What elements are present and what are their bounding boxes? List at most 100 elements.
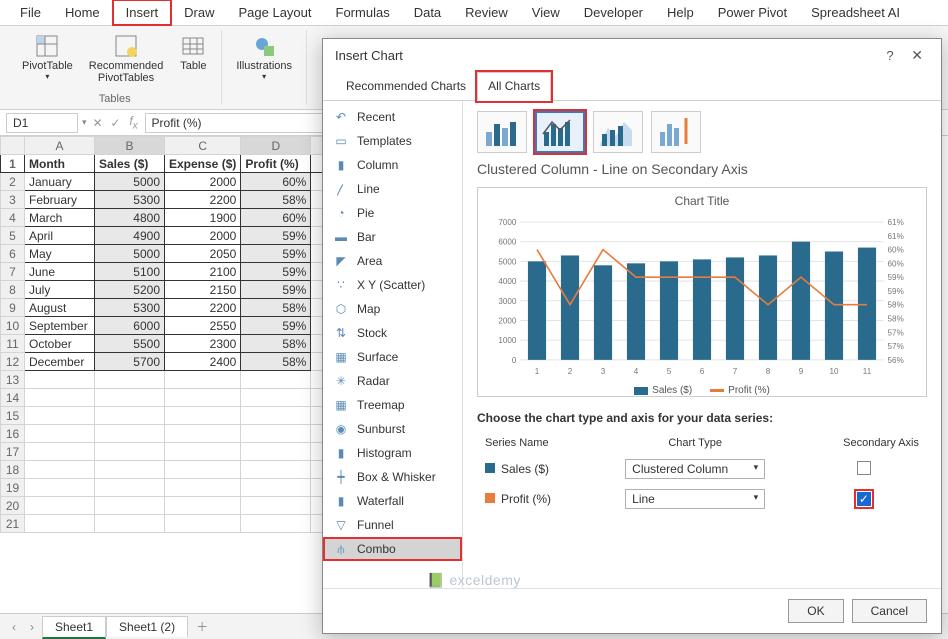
cell[interactable]: 1900 (165, 209, 241, 227)
cell[interactable]: 59% (241, 245, 311, 263)
namebox-dropdown-icon[interactable]: ▾ (82, 117, 87, 128)
cell[interactable]: 58% (241, 335, 311, 353)
cell[interactable]: August (25, 299, 95, 317)
cell[interactable] (241, 443, 311, 461)
row-header[interactable]: 18 (1, 461, 25, 479)
rec-pivottable-button[interactable]: Recommended PivotTables (83, 30, 170, 86)
ok-button[interactable]: OK (788, 599, 843, 623)
cell[interactable] (95, 515, 165, 533)
illustrations-button[interactable]: Illustrations ▾ (230, 30, 298, 83)
chart-type-column[interactable]: ▮Column (323, 153, 462, 177)
cell[interactable] (25, 515, 95, 533)
row-header[interactable]: 21 (1, 515, 25, 533)
sheet-prev-icon[interactable]: ‹ (6, 620, 22, 634)
cell[interactable] (95, 461, 165, 479)
cell[interactable]: 58% (241, 299, 311, 317)
row-header[interactable]: 20 (1, 497, 25, 515)
cell[interactable]: 5300 (95, 191, 165, 209)
cell[interactable] (165, 389, 241, 407)
cell[interactable]: 5700 (95, 353, 165, 371)
cell[interactable]: Sales ($) (95, 155, 165, 173)
cell[interactable]: 59% (241, 317, 311, 335)
sheet-tab[interactable]: Sheet1 (2) (106, 616, 188, 637)
cell[interactable] (25, 479, 95, 497)
cell[interactable]: 58% (241, 353, 311, 371)
cancel-button[interactable]: Cancel (852, 599, 927, 623)
chart-type-templates[interactable]: ▭Templates (323, 129, 462, 153)
dialog-tab-recommended-charts[interactable]: Recommended Charts (335, 72, 477, 100)
cell[interactable] (95, 497, 165, 515)
cell[interactable]: December (25, 353, 95, 371)
cell[interactable]: 5200 (95, 281, 165, 299)
chart-type-combo[interactable]: ⫛Combo (323, 537, 462, 561)
chart-type-recent[interactable]: ↶Recent (323, 105, 462, 129)
row-header[interactable]: 12 (1, 353, 25, 371)
cell[interactable]: October (25, 335, 95, 353)
cell[interactable]: 2200 (165, 191, 241, 209)
row-header[interactable]: 4 (1, 209, 25, 227)
row-header[interactable]: 6 (1, 245, 25, 263)
cell[interactable] (25, 389, 95, 407)
cell[interactable] (95, 443, 165, 461)
chart-type-treemap[interactable]: ▦Treemap (323, 393, 462, 417)
row-header[interactable]: 7 (1, 263, 25, 281)
chart-type-line[interactable]: 〳Line (323, 177, 462, 201)
cell[interactable] (25, 443, 95, 461)
dialog-help-icon[interactable]: ? (878, 48, 901, 63)
chart-type-pie[interactable]: ◔Pie (323, 201, 462, 225)
cell[interactable] (241, 371, 311, 389)
row-header[interactable]: 16 (1, 425, 25, 443)
ribbon-tab-review[interactable]: Review (453, 1, 520, 24)
series-charttype-select[interactable]: Clustered Column▾ (625, 459, 765, 479)
chart-type-area[interactable]: ◤Area (323, 249, 462, 273)
row-header[interactable]: 9 (1, 299, 25, 317)
cell[interactable]: May (25, 245, 95, 263)
cell[interactable]: 2400 (165, 353, 241, 371)
cell[interactable] (241, 425, 311, 443)
ribbon-tab-file[interactable]: File (8, 1, 53, 24)
cell[interactable]: 59% (241, 281, 311, 299)
cell[interactable] (25, 461, 95, 479)
cell[interactable] (165, 497, 241, 515)
cell[interactable] (241, 461, 311, 479)
name-box[interactable]: D1 (6, 113, 78, 133)
row-header[interactable]: 5 (1, 227, 25, 245)
row-header[interactable]: 15 (1, 407, 25, 425)
secondary-axis-checkbox[interactable] (857, 461, 871, 475)
ribbon-tab-view[interactable]: View (520, 1, 572, 24)
cell[interactable]: 5300 (95, 299, 165, 317)
ribbon-tab-home[interactable]: Home (53, 1, 112, 24)
row-header[interactable]: 8 (1, 281, 25, 299)
ribbon-tab-page-layout[interactable]: Page Layout (227, 1, 324, 24)
col-header[interactable]: D (241, 137, 311, 155)
cell[interactable]: February (25, 191, 95, 209)
cell[interactable] (165, 515, 241, 533)
cell[interactable]: 2100 (165, 263, 241, 281)
cell[interactable]: September (25, 317, 95, 335)
chart-type-radar[interactable]: ✳Radar (323, 369, 462, 393)
row-header[interactable]: 14 (1, 389, 25, 407)
chart-type-bar[interactable]: ▬Bar (323, 225, 462, 249)
cell[interactable] (165, 425, 241, 443)
combo-subtype-1[interactable] (535, 111, 585, 153)
cell[interactable]: 4800 (95, 209, 165, 227)
cell[interactable] (241, 497, 311, 515)
cell[interactable]: 2150 (165, 281, 241, 299)
cell[interactable]: 2050 (165, 245, 241, 263)
cell[interactable]: 5000 (95, 245, 165, 263)
ribbon-tab-formulas[interactable]: Formulas (324, 1, 402, 24)
cell[interactable] (95, 407, 165, 425)
cell[interactable]: 59% (241, 263, 311, 281)
cell[interactable]: 5100 (95, 263, 165, 281)
ribbon-tab-data[interactable]: Data (402, 1, 453, 24)
cell[interactable]: Expense ($) (165, 155, 241, 173)
cell[interactable] (241, 515, 311, 533)
pivottable-button[interactable]: PivotTable ▾ (16, 30, 79, 86)
cell[interactable]: 2000 (165, 173, 241, 191)
cell[interactable]: March (25, 209, 95, 227)
cell[interactable] (95, 479, 165, 497)
ribbon-tab-insert[interactable]: Insert (112, 0, 173, 26)
chart-type-box-whisker[interactable]: ┿Box & Whisker (323, 465, 462, 489)
cell[interactable]: Profit (%) (241, 155, 311, 173)
cell[interactable]: 6000 (95, 317, 165, 335)
